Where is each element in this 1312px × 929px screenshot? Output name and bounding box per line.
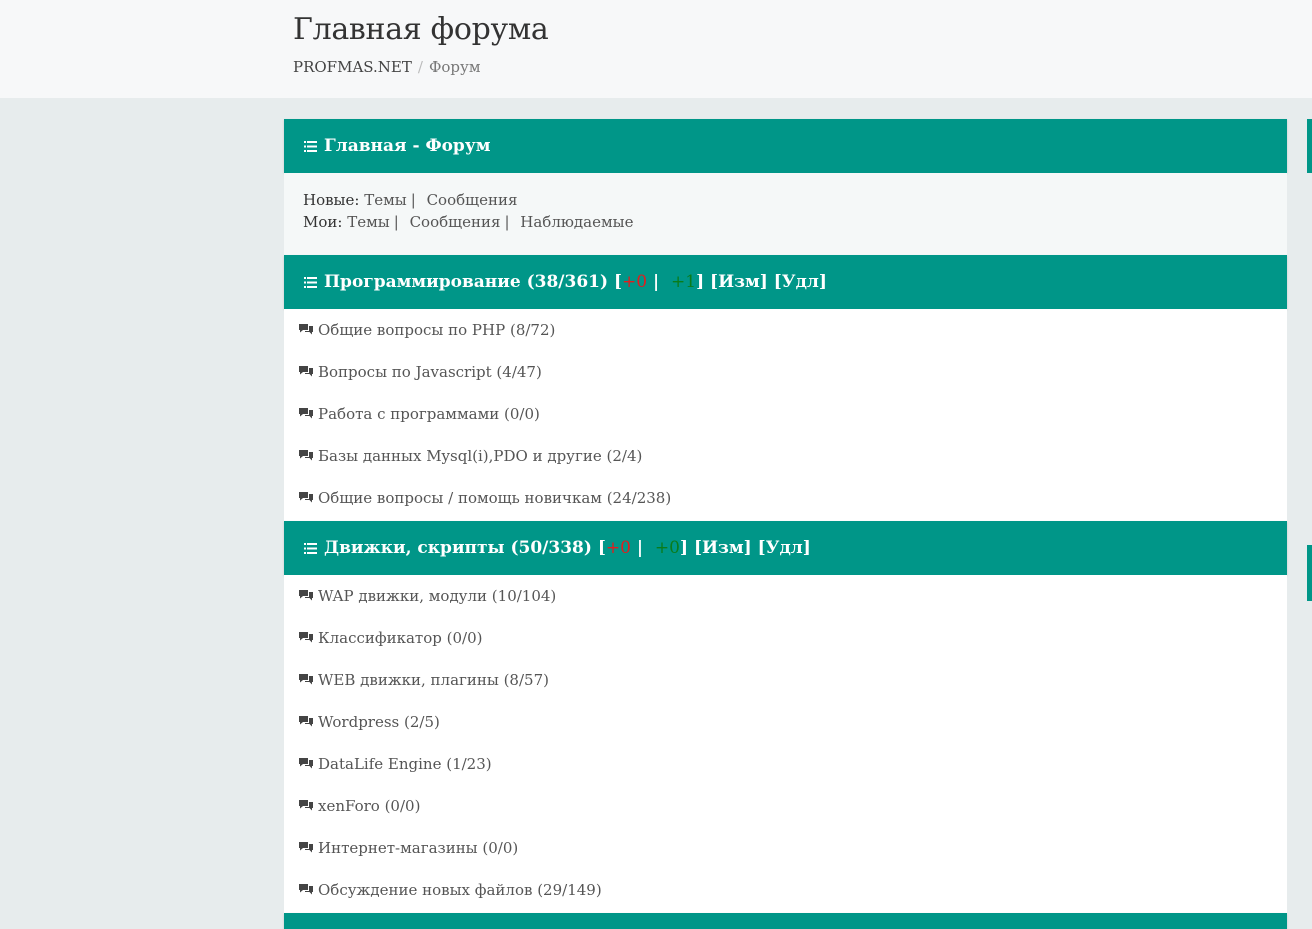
edit-link[interactable]: [Изм] [710, 272, 768, 292]
delete-link[interactable]: [Удл] [774, 272, 827, 292]
forum-link[interactable]: Обсуждение новых файлов (29/149) [299, 878, 602, 902]
forum-title: DataLife Engine (1/23) [318, 755, 492, 773]
new-count-red[interactable]: +0 [622, 272, 647, 292]
category-header-programming: Программирование (38/361) [+0 | +1] [Изм… [284, 255, 1287, 309]
forum-link[interactable]: Общие вопросы / помощь новичкам (24/238) [299, 486, 671, 510]
my-watched-link[interactable]: Наблюдаемые [520, 213, 633, 231]
forum-link[interactable]: Базы данных Mysql(i),PDO и другие (2/4) [299, 444, 642, 468]
right-panel-edge [1307, 119, 1312, 173]
chat-bubbles-icon [299, 673, 313, 687]
forum-title: Работа с программами (0/0) [318, 405, 540, 423]
new-topics-link[interactable]: Темы [364, 191, 407, 209]
breadcrumb-current: Форум [428, 58, 481, 76]
forum-link[interactable]: xenForo (0/0) [299, 794, 420, 818]
forum-title: WAP движки, модули (10/104) [318, 587, 557, 605]
chat-bubbles-icon [299, 589, 313, 603]
forum-link[interactable]: WEB движки, плагины (8/57) [299, 668, 549, 692]
forum-title: xenForo (0/0) [318, 797, 421, 815]
chat-bubbles-icon [299, 883, 313, 897]
chat-bubbles-icon [299, 449, 313, 463]
forum-link[interactable]: Вопросы по Javascript (4/47) [299, 360, 542, 384]
main-forum-title: Главная - Форум [324, 136, 491, 156]
forum-link[interactable]: Wordpress (2/5) [299, 710, 440, 734]
category-header-next [284, 913, 1287, 929]
chat-bubbles-icon [299, 757, 313, 771]
forum-title: Интернет-магазины (0/0) [318, 839, 519, 857]
page-title: Главная форума [293, 12, 549, 47]
main-forum-header: Главная - Форум [284, 119, 1287, 173]
breadcrumb-separator: / [417, 58, 423, 76]
my-topics-link[interactable]: Темы [347, 213, 390, 231]
category-header-engines: Движки, скрипты (50/338) [+0 | +0] [Изм]… [284, 521, 1287, 575]
chat-bubbles-icon [299, 407, 313, 421]
forum-link[interactable]: WAP движки, модули (10/104) [299, 584, 556, 608]
forum-link[interactable]: Работа с программами (0/0) [299, 402, 540, 426]
new-count-green[interactable]: +1 [671, 272, 696, 292]
forum-title: Классификатор (0/0) [318, 629, 483, 647]
edit-link[interactable]: [Изм] [694, 538, 752, 558]
my-messages-link[interactable]: Сообщения [410, 213, 501, 231]
forum-link[interactable]: DataLife Engine (1/23) [299, 752, 492, 776]
chat-bubbles-icon [299, 841, 313, 855]
chat-bubbles-icon [299, 799, 313, 813]
category-body-programming: Общие вопросы по PHP (8/72) Вопросы по J… [284, 309, 1287, 521]
my-label: Мои: [303, 213, 343, 231]
main-forum-body: Новые: Темы | Сообщения Мои: Темы | Сообще… [284, 173, 1287, 255]
forum-link[interactable]: Интернет-магазины (0/0) [299, 836, 518, 860]
forum-link[interactable]: Общие вопросы по PHP (8/72) [299, 318, 555, 342]
forum-title: Общие вопросы по PHP (8/72) [318, 321, 556, 339]
breadcrumb-root-link[interactable]: PROFMAS.NET [293, 58, 412, 76]
breadcrumb: PROFMAS.NET / Форум [293, 58, 481, 76]
chat-bubbles-icon [299, 631, 313, 645]
list-icon [304, 276, 318, 288]
new-links-row: Новые: Темы | Сообщения [303, 191, 517, 209]
my-links-row: Мои: Темы | Сообщения | Наблюдаемые [303, 213, 633, 231]
new-count-green[interactable]: +0 [655, 538, 680, 558]
forum-title: Обсуждение новых файлов (29/149) [318, 881, 602, 899]
delete-link[interactable]: [Удл] [758, 538, 811, 558]
chat-bubbles-icon [299, 323, 313, 337]
forum-title: Wordpress (2/5) [318, 713, 440, 731]
separator: | [393, 213, 399, 231]
top-bar: Главная форума PROFMAS.NET / Форум [0, 0, 1312, 98]
forum-title: WEB движки, плагины (8/57) [318, 671, 549, 689]
chat-bubbles-icon [299, 491, 313, 505]
category-title-link[interactable]: Программирование (38/361) [324, 272, 608, 292]
new-label: Новые: [303, 191, 360, 209]
chat-bubbles-icon [299, 365, 313, 379]
forum-title: Базы данных Mysql(i),PDO и другие (2/4) [318, 447, 643, 465]
separator: | [504, 213, 510, 231]
category-body-engines: WAP движки, модули (10/104) Классификато… [284, 575, 1287, 913]
new-messages-link[interactable]: Сообщения [427, 191, 518, 209]
forum-title: Общие вопросы / помощь новичкам (24/238) [318, 489, 672, 507]
new-count-red[interactable]: +0 [606, 538, 631, 558]
category-title-link[interactable]: Движки, скрипты (50/338) [324, 538, 592, 558]
list-icon [304, 140, 318, 152]
right-panel-edge [1307, 545, 1312, 601]
list-icon [304, 542, 318, 554]
chat-bubbles-icon [299, 715, 313, 729]
forum-title: Вопросы по Javascript (4/47) [318, 363, 542, 381]
separator: | [410, 191, 416, 209]
forum-link[interactable]: Классификатор (0/0) [299, 626, 482, 650]
